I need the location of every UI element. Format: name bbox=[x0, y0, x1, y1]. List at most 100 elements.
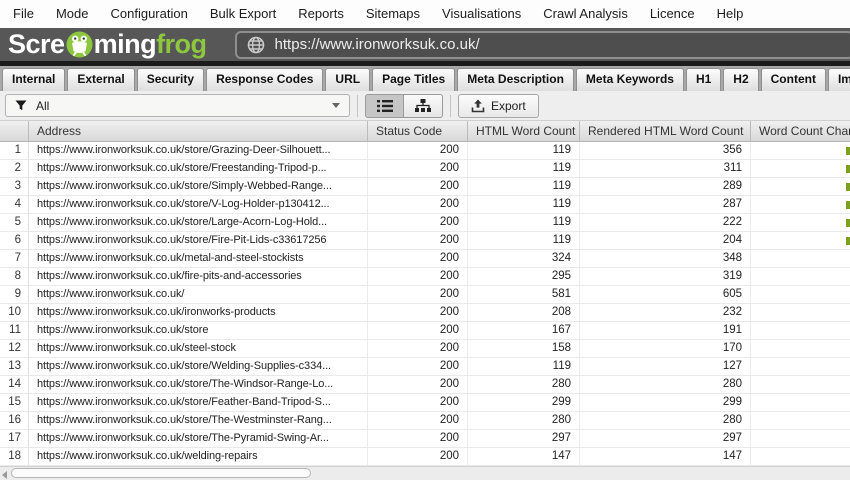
menu-item-help[interactable]: Help bbox=[706, 0, 755, 28]
cell-word-count-change bbox=[751, 214, 850, 231]
menu-item-licence[interactable]: Licence bbox=[639, 0, 706, 28]
table-row[interactable]: 4https://www.ironworksuk.co.uk/store/V-L… bbox=[0, 196, 850, 214]
horizontal-scrollbar[interactable] bbox=[0, 466, 850, 480]
cell-address: https://www.ironworksuk.co.uk/store/Free… bbox=[29, 160, 368, 177]
column-header-rendered-html-word-count[interactable]: Rendered HTML Word Count bbox=[580, 121, 751, 141]
tab-h1[interactable]: H1 bbox=[686, 68, 721, 91]
cell-row-number: 14 bbox=[0, 376, 29, 393]
cell-row-number: 18 bbox=[0, 448, 29, 465]
url-input[interactable]: https://www.ironworksuk.co.uk/ bbox=[235, 31, 850, 59]
cell-html-word-count: 324 bbox=[468, 250, 580, 267]
table-row[interactable]: 12https://www.ironworksuk.co.uk/steel-st… bbox=[0, 340, 850, 358]
table-row[interactable]: 7https://www.ironworksuk.co.uk/metal-and… bbox=[0, 250, 850, 268]
cell-html-word-count: 208 bbox=[468, 304, 580, 321]
table-row[interactable]: 16https://www.ironworksuk.co.uk/store/Th… bbox=[0, 412, 850, 430]
table-row[interactable]: 1https://www.ironworksuk.co.uk/store/Gra… bbox=[0, 142, 850, 160]
tab-content[interactable]: Content bbox=[761, 68, 826, 91]
menu-item-reports[interactable]: Reports bbox=[287, 0, 355, 28]
cell-row-number: 17 bbox=[0, 430, 29, 447]
cell-html-word-count: 280 bbox=[468, 376, 580, 393]
tab-security[interactable]: Security bbox=[137, 68, 204, 91]
cell-rendered-html-word-count: 204 bbox=[580, 232, 751, 249]
cell-html-word-count: 158 bbox=[468, 340, 580, 357]
cell-status-code: 200 bbox=[368, 448, 468, 465]
table-row[interactable]: 18https://www.ironworksuk.co.uk/welding-… bbox=[0, 448, 850, 466]
export-upload-icon bbox=[471, 99, 485, 113]
cell-html-word-count: 581 bbox=[468, 286, 580, 303]
menu-item-configuration[interactable]: Configuration bbox=[99, 0, 198, 28]
cell-rendered-html-word-count: 147 bbox=[580, 448, 751, 465]
filter-dropdown[interactable]: All bbox=[5, 94, 350, 117]
column-header-address[interactable]: Address bbox=[29, 121, 368, 141]
tab-images[interactable]: Images bbox=[828, 68, 850, 91]
cell-row-number: 8 bbox=[0, 268, 29, 285]
toolbar-divider bbox=[450, 95, 451, 117]
cell-rendered-html-word-count: 299 bbox=[580, 394, 751, 411]
table-row[interactable]: 15https://www.ironworksuk.co.uk/store/Fe… bbox=[0, 394, 850, 412]
menu-item-visualisations[interactable]: Visualisations bbox=[431, 0, 532, 28]
tab-external[interactable]: External bbox=[67, 68, 134, 91]
menu-item-crawl-analysis[interactable]: Crawl Analysis bbox=[532, 0, 639, 28]
table-row[interactable]: 14https://www.ironworksuk.co.uk/store/Th… bbox=[0, 376, 850, 394]
cell-address: https://www.ironworksuk.co.uk/steel-stoc… bbox=[29, 340, 368, 357]
column-header-row-number[interactable] bbox=[0, 121, 29, 141]
list-view-button[interactable] bbox=[365, 94, 404, 118]
tab-page-titles[interactable]: Page Titles bbox=[372, 68, 455, 91]
table-row[interactable]: 8https://www.ironworksuk.co.uk/fire-pits… bbox=[0, 268, 850, 286]
cell-rendered-html-word-count: 287 bbox=[580, 196, 751, 213]
table-row[interactable]: 6https://www.ironworksuk.co.uk/store/Fir… bbox=[0, 232, 850, 250]
cell-html-word-count: 119 bbox=[468, 178, 580, 195]
tab-internal[interactable]: Internal bbox=[2, 68, 65, 91]
cell-row-number: 13 bbox=[0, 358, 29, 375]
export-button[interactable]: Export bbox=[458, 94, 539, 118]
table-row[interactable]: 3https://www.ironworksuk.co.uk/store/Sim… bbox=[0, 178, 850, 196]
cell-word-count-change bbox=[751, 268, 850, 285]
menu-bar: FileModeConfigurationBulk ExportReportsS… bbox=[0, 0, 850, 28]
cell-address: https://www.ironworksuk.co.uk/store/Feat… bbox=[29, 394, 368, 411]
cell-status-code: 200 bbox=[368, 142, 468, 159]
menu-item-mode[interactable]: Mode bbox=[45, 0, 100, 28]
filter-selected-value: All bbox=[36, 99, 49, 113]
cell-status-code: 200 bbox=[368, 160, 468, 177]
tab-meta-description[interactable]: Meta Description bbox=[457, 68, 574, 91]
cell-status-code: 200 bbox=[368, 376, 468, 393]
cell-html-word-count: 119 bbox=[468, 142, 580, 159]
tab-url[interactable]: URL bbox=[325, 68, 370, 91]
scrollbar-thumb[interactable] bbox=[11, 468, 311, 478]
cell-status-code: 200 bbox=[368, 430, 468, 447]
cell-html-word-count: 119 bbox=[468, 160, 580, 177]
cell-status-code: 200 bbox=[368, 394, 468, 411]
word-count-change-clipped-value bbox=[846, 237, 850, 245]
cell-word-count-change bbox=[751, 340, 850, 357]
tab-meta-keywords[interactable]: Meta Keywords bbox=[576, 68, 684, 91]
cell-address: https://www.ironworksuk.co.uk/store/The-… bbox=[29, 430, 368, 447]
tree-view-button[interactable] bbox=[404, 94, 443, 118]
cell-status-code: 200 bbox=[368, 232, 468, 249]
menu-item-sitemaps[interactable]: Sitemaps bbox=[355, 0, 431, 28]
cell-row-number: 1 bbox=[0, 142, 29, 159]
cell-word-count-change bbox=[751, 160, 850, 177]
table-row[interactable]: 9https://www.ironworksuk.co.uk/200581605 bbox=[0, 286, 850, 304]
menu-item-file[interactable]: File bbox=[2, 0, 45, 28]
column-header-status-code[interactable]: Status Code bbox=[368, 121, 468, 141]
table-header-row: AddressStatus CodeHTML Word CountRendere… bbox=[0, 121, 850, 142]
tab-response-codes[interactable]: Response Codes bbox=[206, 68, 323, 91]
menu-item-bulk-export[interactable]: Bulk Export bbox=[199, 0, 287, 28]
cell-address: https://www.ironworksuk.co.uk/store/Simp… bbox=[29, 178, 368, 195]
scroll-left-arrow-icon[interactable] bbox=[2, 471, 7, 479]
cell-row-number: 16 bbox=[0, 412, 29, 429]
table-row[interactable]: 11https://www.ironworksuk.co.uk/store200… bbox=[0, 322, 850, 340]
table-row[interactable]: 10https://www.ironworksuk.co.uk/ironwork… bbox=[0, 304, 850, 322]
tab-h2[interactable]: H2 bbox=[723, 68, 758, 91]
table-row[interactable]: 13https://www.ironworksuk.co.uk/store/We… bbox=[0, 358, 850, 376]
view-toggle-group bbox=[365, 94, 443, 118]
cell-word-count-change bbox=[751, 178, 850, 195]
column-header-html-word-count[interactable]: HTML Word Count bbox=[468, 121, 580, 141]
table-row[interactable]: 2https://www.ironworksuk.co.uk/store/Fre… bbox=[0, 160, 850, 178]
table-row[interactable]: 17https://www.ironworksuk.co.uk/store/Th… bbox=[0, 430, 850, 448]
cell-address: https://www.ironworksuk.co.uk/store/V-Lo… bbox=[29, 196, 368, 213]
cell-row-number: 15 bbox=[0, 394, 29, 411]
cell-row-number: 11 bbox=[0, 322, 29, 339]
table-row[interactable]: 5https://www.ironworksuk.co.uk/store/Lar… bbox=[0, 214, 850, 232]
column-header-word-count-change[interactable]: Word Count Change bbox=[751, 121, 850, 141]
